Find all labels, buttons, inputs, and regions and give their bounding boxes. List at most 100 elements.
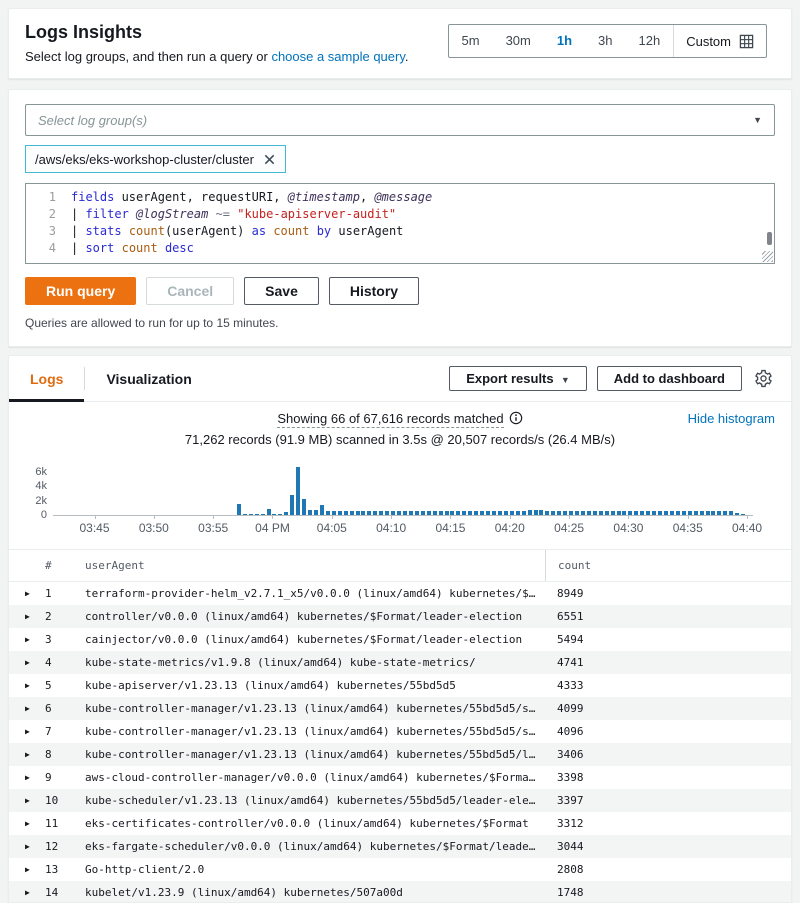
sample-query-link[interactable]: choose a sample query	[271, 49, 404, 64]
x-axis-label: 03:45	[80, 521, 110, 535]
table-row[interactable]: ▶5kube-apiserver/v1.23.13 (linux/amd64) …	[9, 674, 791, 697]
table-row[interactable]: ▶9aws-cloud-controller-manager/v0.0.0 (l…	[9, 766, 791, 789]
histogram-bar	[249, 514, 253, 515]
expand-row-icon[interactable]: ▶	[25, 750, 45, 759]
row-useragent: cainjector/v0.0.0 (linux/amd64) kubernet…	[85, 633, 545, 646]
hide-histogram-link[interactable]: Hide histogram	[688, 411, 775, 426]
run-query-button[interactable]: Run query	[25, 277, 136, 305]
histogram-bar	[504, 511, 508, 515]
table-row[interactable]: ▶8kube-controller-manager/v1.23.13 (linu…	[9, 743, 791, 766]
table-row[interactable]: ▶6kube-controller-manager/v1.23.13 (linu…	[9, 697, 791, 720]
history-button[interactable]: History	[329, 277, 419, 305]
editor-scrollbar[interactable]	[767, 232, 772, 245]
histogram-bar	[516, 511, 520, 515]
info-icon[interactable]	[509, 411, 523, 428]
histogram-bar	[267, 509, 271, 515]
line-number: 1	[26, 189, 71, 206]
add-to-dashboard-button[interactable]: Add to dashboard	[597, 366, 742, 391]
time-range-option-12h[interactable]: 12h	[626, 26, 674, 56]
editor-resize-handle[interactable]	[762, 251, 773, 262]
y-axis-label: 0	[9, 509, 47, 521]
scan-stats-text: 71,262 records (91.9 MB) scanned in 3.5s…	[25, 432, 775, 447]
time-range-option-1h[interactable]: 1h	[544, 26, 585, 56]
histogram-bar	[658, 511, 662, 515]
x-axis-label: 04:05	[317, 521, 347, 535]
table-row[interactable]: ▶2controller/v0.0.0 (linux/amd64) kubern…	[9, 605, 791, 628]
expand-row-icon[interactable]: ▶	[25, 727, 45, 736]
row-useragent: aws-cloud-controller-manager/v0.0.0 (lin…	[85, 771, 545, 784]
x-axis-tickmark	[747, 515, 748, 519]
remove-token-icon[interactable]	[263, 153, 276, 166]
histogram-bar	[462, 511, 466, 515]
results-table: # userAgent count ▶1terraform-provider-h…	[9, 549, 791, 903]
expand-row-icon[interactable]: ▶	[25, 819, 45, 828]
query-line: 1fields userAgent, requestURI, @timestam…	[26, 189, 760, 206]
line-number: 3	[26, 223, 71, 240]
histogram-bar	[599, 511, 603, 515]
table-row[interactable]: ▶14kubelet/v1.23.9 (linux/amd64) kuberne…	[9, 881, 791, 903]
row-count: 4333	[545, 679, 791, 692]
row-useragent: controller/v0.0.0 (linux/amd64) kubernet…	[85, 610, 545, 623]
histogram-bar	[326, 511, 330, 515]
x-axis-tickmark	[154, 515, 155, 519]
row-number: 1	[45, 587, 85, 600]
row-number: 14	[45, 886, 85, 899]
x-axis-label: 03:50	[139, 521, 169, 535]
expand-row-icon[interactable]: ▶	[25, 612, 45, 621]
row-useragent: kube-scheduler/v1.23.13 (linux/amd64) ku…	[85, 794, 545, 807]
histogram-bar	[379, 511, 383, 515]
expand-row-icon[interactable]: ▶	[25, 888, 45, 897]
histogram-bar	[581, 511, 585, 515]
table-row[interactable]: ▶7kube-controller-manager/v1.23.13 (linu…	[9, 720, 791, 743]
export-results-button[interactable]: Export results ▼	[449, 366, 587, 391]
x-axis-label: 03:55	[198, 521, 228, 535]
table-row[interactable]: ▶12eks-fargate-scheduler/v0.0.0 (linux/a…	[9, 835, 791, 858]
time-range-option-3h[interactable]: 3h	[585, 26, 625, 56]
table-row[interactable]: ▶11eks-certificates-controller/v0.0.0 (l…	[9, 812, 791, 835]
histogram-bar	[694, 511, 698, 515]
table-row[interactable]: ▶3cainjector/v0.0.0 (linux/amd64) kubern…	[9, 628, 791, 651]
histogram-bar	[284, 512, 288, 515]
histogram-bar	[344, 511, 348, 515]
results-actions: Export results ▼ Add to dashboard	[449, 356, 775, 401]
histogram-bar	[302, 499, 306, 515]
row-count: 3044	[545, 840, 791, 853]
expand-row-icon[interactable]: ▶	[25, 704, 45, 713]
table-header: # userAgent count	[9, 550, 791, 582]
expand-row-icon[interactable]: ▶	[25, 865, 45, 874]
expand-row-icon[interactable]: ▶	[25, 635, 45, 644]
records-matched-line: Showing 66 of 67,616 records matched	[25, 411, 775, 428]
expand-row-icon[interactable]: ▶	[25, 681, 45, 690]
time-range-custom-button[interactable]: Custom	[674, 25, 766, 57]
subtitle-text: Select log groups, and then run a query …	[25, 49, 271, 64]
query-editor[interactable]: 1fields userAgent, requestURI, @timestam…	[25, 183, 775, 264]
row-count: 6551	[545, 610, 791, 623]
expand-row-icon[interactable]: ▶	[25, 773, 45, 782]
expand-row-icon[interactable]: ▶	[25, 842, 45, 851]
save-button[interactable]: Save	[244, 277, 319, 305]
histogram-bar	[308, 510, 312, 515]
histogram-bar	[545, 511, 549, 515]
histogram-bar	[255, 514, 259, 515]
log-group-token-label: /aws/eks/eks-workshop-cluster/cluster	[35, 152, 254, 167]
settings-gear-icon[interactable]	[752, 367, 775, 390]
export-caret-icon: ▼	[561, 375, 570, 385]
table-row[interactable]: ▶4kube-state-metrics/v1.9.8 (linux/amd64…	[9, 651, 791, 674]
tab-visualization[interactable]: Visualization	[85, 356, 212, 401]
histogram-bar	[711, 511, 715, 515]
expand-row-icon[interactable]: ▶	[25, 658, 45, 667]
table-row[interactable]: ▶10kube-scheduler/v1.23.13 (linux/amd64)…	[9, 789, 791, 812]
histogram-bar	[557, 511, 561, 515]
time-range-option-5m[interactable]: 5m	[449, 26, 493, 56]
tab-logs[interactable]: Logs	[9, 356, 84, 401]
x-axis-tickmark	[391, 515, 392, 519]
log-group-select[interactable]: Select log group(s) ▼	[25, 104, 775, 136]
time-range-option-30m[interactable]: 30m	[493, 26, 544, 56]
table-row[interactable]: ▶1terraform-provider-helm_v2.7.1_x5/v0.0…	[9, 582, 791, 605]
table-row[interactable]: ▶13Go-http-client/2.02808	[9, 858, 791, 881]
x-axis-tickmark	[332, 515, 333, 519]
histogram-bar	[290, 495, 294, 515]
expand-row-icon[interactable]: ▶	[25, 589, 45, 598]
expand-row-icon[interactable]: ▶	[25, 796, 45, 805]
histogram-bar	[338, 511, 342, 515]
